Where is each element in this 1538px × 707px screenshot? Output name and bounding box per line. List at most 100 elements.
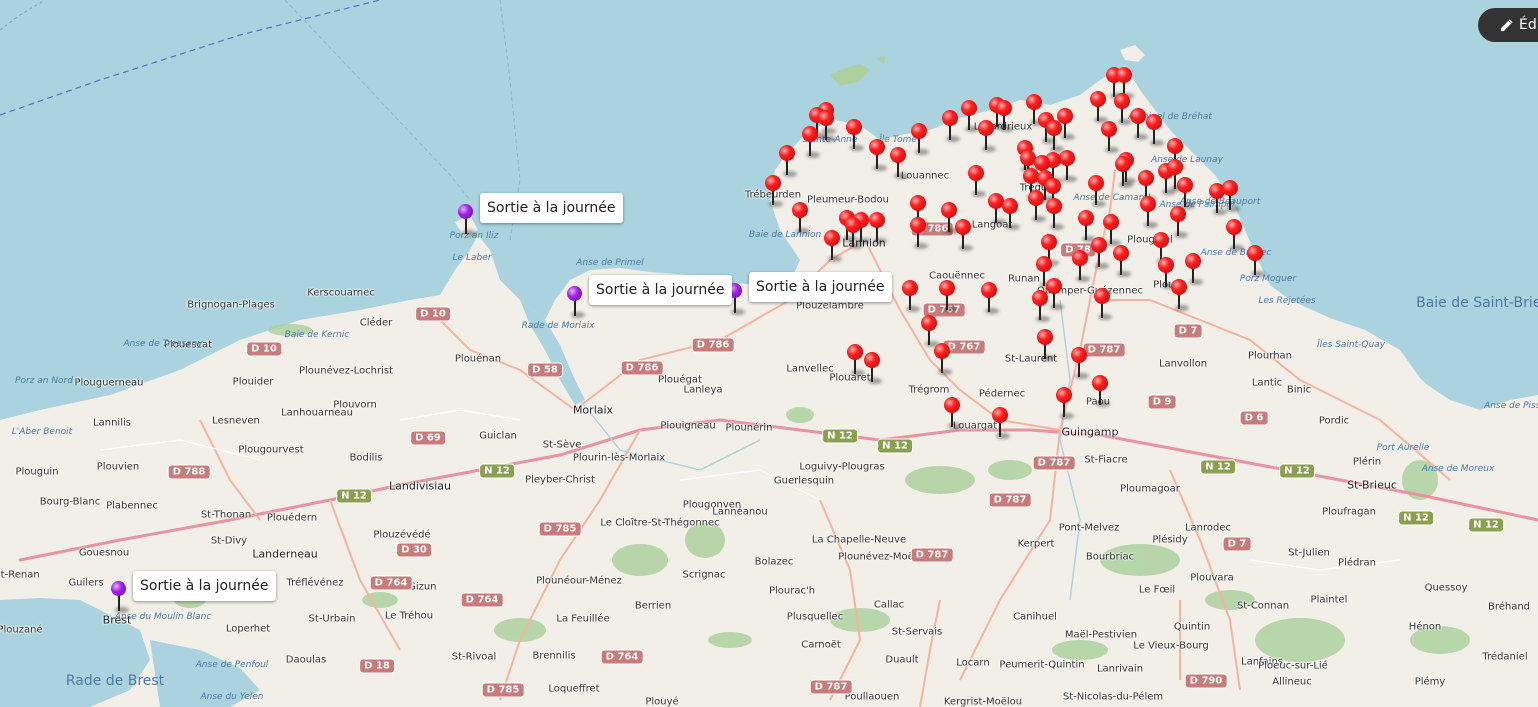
- marker-head-icon: [942, 110, 958, 126]
- marker-head-icon: [1130, 108, 1146, 124]
- marker-head-icon: [1138, 170, 1154, 186]
- marker-head-icon: [802, 126, 818, 142]
- road-shield: D 787: [910, 547, 954, 563]
- marker-head-icon: [910, 217, 926, 233]
- marker-head-icon: [1056, 387, 1072, 403]
- marker-red[interactable]: [1046, 278, 1064, 312]
- road-shield: D 787: [988, 492, 1032, 508]
- marker-red[interactable]: [847, 344, 865, 378]
- marker-red[interactable]: [869, 139, 887, 173]
- marker-red[interactable]: [1002, 198, 1020, 232]
- marker-purple[interactable]: [567, 286, 585, 320]
- marker-red[interactable]: [1028, 190, 1046, 224]
- marker-red[interactable]: [1046, 198, 1064, 232]
- marker-red[interactable]: [981, 282, 999, 316]
- marker-red[interactable]: [911, 123, 929, 157]
- marker-red[interactable]: [944, 397, 962, 431]
- popup-sortie-2[interactable]: Sortie à la journée: [589, 275, 732, 305]
- marker-red[interactable]: [1101, 121, 1119, 155]
- road-shield: N 12: [822, 428, 858, 444]
- marker-red[interactable]: [1056, 387, 1074, 421]
- marker-head-icon: [1090, 91, 1106, 107]
- marker-red[interactable]: [890, 147, 908, 181]
- marker-head-icon: [1167, 138, 1183, 154]
- marker-red[interactable]: [1247, 245, 1265, 279]
- marker-red[interactable]: [765, 175, 783, 209]
- map-canvas[interactable]: TrébeurdenPleumeur-BodouLannionLouannecL…: [0, 0, 1538, 707]
- marker-red[interactable]: [1130, 108, 1148, 142]
- marker-red[interactable]: [1222, 180, 1240, 214]
- marker-red[interactable]: [1090, 91, 1108, 125]
- marker-head-icon: [1078, 210, 1094, 226]
- road-shield: D 6: [1239, 410, 1269, 426]
- marker-red[interactable]: [1046, 120, 1064, 154]
- road-shield: N 12: [877, 438, 913, 454]
- marker-head-icon: [961, 100, 977, 116]
- marker-red[interactable]: [818, 110, 836, 144]
- marker-red[interactable]: [1226, 219, 1244, 253]
- marker-red[interactable]: [955, 219, 973, 253]
- marker-red[interactable]: [961, 100, 979, 134]
- marker-red[interactable]: [846, 119, 864, 153]
- marker-head-icon: [567, 286, 582, 301]
- marker-head-icon: [864, 352, 880, 368]
- marker-head-icon: [1115, 156, 1131, 172]
- road-shield: D 785: [481, 682, 525, 698]
- popup-sortie-1[interactable]: Sortie à la journée: [480, 193, 623, 223]
- marker-red[interactable]: [992, 407, 1010, 441]
- marker-red[interactable]: [1140, 196, 1158, 230]
- marker-head-icon: [1094, 288, 1110, 304]
- marker-red[interactable]: [1091, 237, 1109, 271]
- marker-red[interactable]: [1072, 250, 1090, 284]
- road-shield: D 9: [1147, 394, 1177, 410]
- marker-red[interactable]: [802, 126, 820, 160]
- marker-head-icon: [1116, 67, 1132, 83]
- marker-red[interactable]: [1185, 253, 1203, 287]
- marker-red[interactable]: [968, 165, 986, 199]
- popup-sortie-4[interactable]: Sortie à la journée: [133, 571, 276, 601]
- marker-red[interactable]: [1032, 290, 1050, 324]
- road-shield: N 12: [479, 463, 515, 479]
- marker-red[interactable]: [910, 217, 928, 251]
- marker-red[interactable]: [942, 110, 960, 144]
- marker-red[interactable]: [824, 230, 842, 264]
- marker-red[interactable]: [1113, 245, 1131, 279]
- marker-head-icon: [1247, 245, 1263, 261]
- marker-red[interactable]: [869, 212, 887, 246]
- marker-red[interactable]: [779, 145, 797, 179]
- marker-red[interactable]: [1071, 347, 1089, 381]
- edit-button[interactable]: Éd: [1478, 8, 1538, 42]
- marker-head-icon: [1185, 253, 1201, 269]
- marker-head-icon: [1002, 198, 1018, 214]
- marker-red[interactable]: [1115, 156, 1133, 190]
- marker-red[interactable]: [996, 100, 1014, 134]
- marker-head-icon: [1088, 175, 1104, 191]
- marker-red[interactable]: [1092, 375, 1110, 409]
- pencil-icon: [1500, 18, 1513, 31]
- marker-red[interactable]: [978, 120, 996, 154]
- popup-label: Sortie à la journée: [756, 279, 885, 295]
- marker-red[interactable]: [934, 343, 952, 377]
- marker-head-icon: [955, 219, 971, 235]
- marker-head-icon: [1059, 150, 1075, 166]
- road-shield: D 764: [369, 575, 413, 591]
- marker-red[interactable]: [864, 352, 882, 386]
- marker-head-icon: [1146, 114, 1162, 130]
- marker-head-icon: [1170, 206, 1186, 222]
- marker-red[interactable]: [792, 202, 810, 236]
- marker-head-icon: [944, 397, 960, 413]
- marker-red[interactable]: [1094, 288, 1112, 322]
- marker-red[interactable]: [902, 280, 920, 314]
- marker-red[interactable]: [1146, 114, 1164, 148]
- marker-red[interactable]: [939, 280, 957, 314]
- marker-red[interactable]: [845, 217, 863, 251]
- popup-sortie-3[interactable]: Sortie à la journée: [749, 272, 892, 302]
- marker-red[interactable]: [1088, 175, 1106, 209]
- marker-red[interactable]: [1037, 329, 1055, 363]
- marker-purple[interactable]: [111, 581, 129, 615]
- marker-red[interactable]: [1171, 279, 1189, 313]
- marker-head-icon: [1114, 93, 1130, 109]
- marker-head-icon: [1158, 257, 1174, 273]
- marker-red[interactable]: [1170, 206, 1188, 240]
- marker-purple[interactable]: [458, 204, 476, 238]
